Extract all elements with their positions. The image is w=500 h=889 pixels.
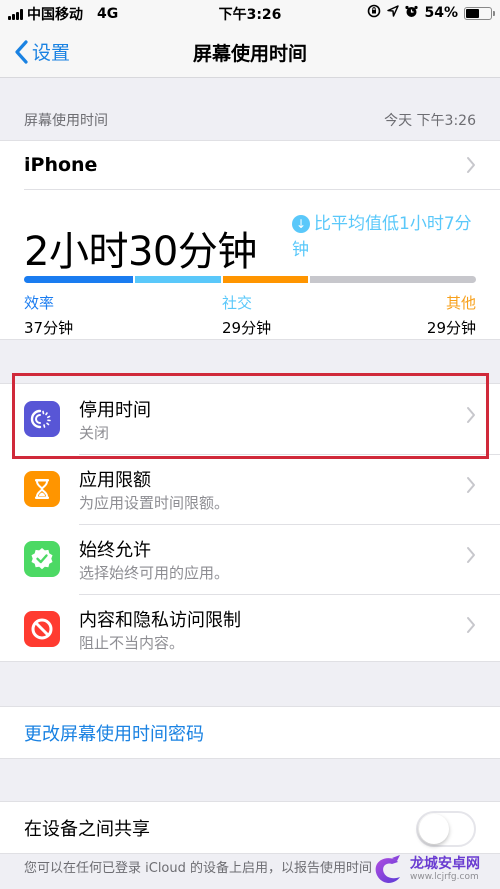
arrow-down-circle-icon: ↓ [292, 215, 310, 233]
alarm-icon [405, 5, 419, 22]
no-entry-icon [24, 611, 60, 647]
total-usage: 2小时30分钟 [24, 229, 257, 275]
category-other: 其他 29分钟 [427, 292, 476, 338]
category-social: 社交 29分钟 [222, 292, 271, 338]
watermark-url: www.lcjrfg.com [410, 872, 479, 882]
chevron-right-icon [467, 157, 475, 173]
hourglass-icon [24, 471, 60, 507]
device-row[interactable]: iPhone [24, 141, 476, 189]
comparison-text: 比平均值低1小时7分钟 [292, 214, 472, 260]
checkmark-badge-icon [24, 541, 60, 577]
always-allowed-row[interactable]: 始终允许 选择始终可用的应用。 [0, 524, 500, 594]
usage-segment-remaining [310, 276, 476, 283]
section-title: 屏幕使用时间 [24, 113, 108, 129]
category-value: 29分钟 [426, 319, 476, 337]
category-efficiency: 效率 37分钟 [24, 292, 73, 338]
usage-segment-efficiency [24, 276, 134, 283]
app-limits-row[interactable]: 应用限额 为应用设置时间限额。 [0, 454, 500, 524]
section-timestamp: 今天 下午3:26 [384, 113, 476, 129]
chevron-right-icon [467, 617, 475, 633]
category-label: 效率 [24, 294, 55, 312]
category-label: 其他 [445, 294, 476, 312]
row-title: 停用时间 [79, 400, 151, 421]
share-card: 在设备之间共享 [0, 801, 500, 854]
watermark-title: 龙城安卓网 [410, 856, 480, 872]
dragon-logo-icon [375, 854, 400, 883]
row-subtitle: 选择始终可用的应用。 [79, 564, 230, 582]
battery-percent: 54% [424, 5, 458, 21]
content-privacy-row[interactable]: 内容和隐私访问限制 阻止不当内容。 [0, 594, 500, 664]
passcode-card: 更改屏幕使用时间密码 [0, 706, 500, 759]
battery-icon [464, 6, 495, 20]
downtime-icon [24, 401, 60, 437]
usage-segment-social [135, 276, 221, 283]
section-header: 屏幕使用时间 今天 下午3:26 [24, 100, 476, 140]
settings-list: 停用时间 关闭 应用限额 为应用设置时间限额。 始终允许 选择始终可用的应用。 [0, 383, 500, 662]
row-subtitle: 关闭 [79, 424, 110, 442]
row-title: 始终允许 [79, 540, 151, 561]
comparison-note: ↓ 比平均值低1小时7分钟 [292, 211, 482, 263]
row-subtitle: 阻止不当内容。 [79, 634, 185, 652]
watermark: 龙城安卓网 www.lcjrfg.com [370, 850, 500, 889]
chevron-right-icon [467, 547, 475, 563]
toggle-knob [419, 814, 449, 844]
change-passcode-link[interactable]: 更改屏幕使用时间密码 [24, 707, 204, 759]
category-value: 37分钟 [24, 319, 74, 337]
chevron-right-icon [467, 477, 475, 493]
share-toggle[interactable] [416, 811, 476, 847]
device-name: iPhone [24, 154, 98, 176]
share-label: 在设备之间共享 [24, 819, 150, 840]
row-title: 应用限额 [79, 470, 151, 491]
usage-segment-other [222, 276, 309, 283]
category-value: 29分钟 [222, 319, 272, 337]
navigation-bar: 设置 屏幕使用时间 [0, 26, 500, 78]
downtime-row[interactable]: 停用时间 关闭 [0, 384, 500, 454]
location-icon [387, 5, 400, 21]
page-title: 屏幕使用时间 [192, 43, 307, 65]
usage-summary-card: iPhone 2小时30分钟 ↓ 比平均值低1小时7分钟 效率 37分钟 社交 2… [0, 140, 500, 340]
category-label: 社交 [222, 294, 253, 312]
row-title: 内容和隐私访问限制 [79, 610, 241, 631]
orientation-lock-icon [367, 4, 381, 22]
status-bar: 中国移动 4G 下午3:26 54% [0, 0, 500, 26]
usage-bar [24, 276, 476, 283]
row-subtitle: 为应用设置时间限额。 [79, 494, 230, 512]
chevron-right-icon [467, 407, 475, 423]
